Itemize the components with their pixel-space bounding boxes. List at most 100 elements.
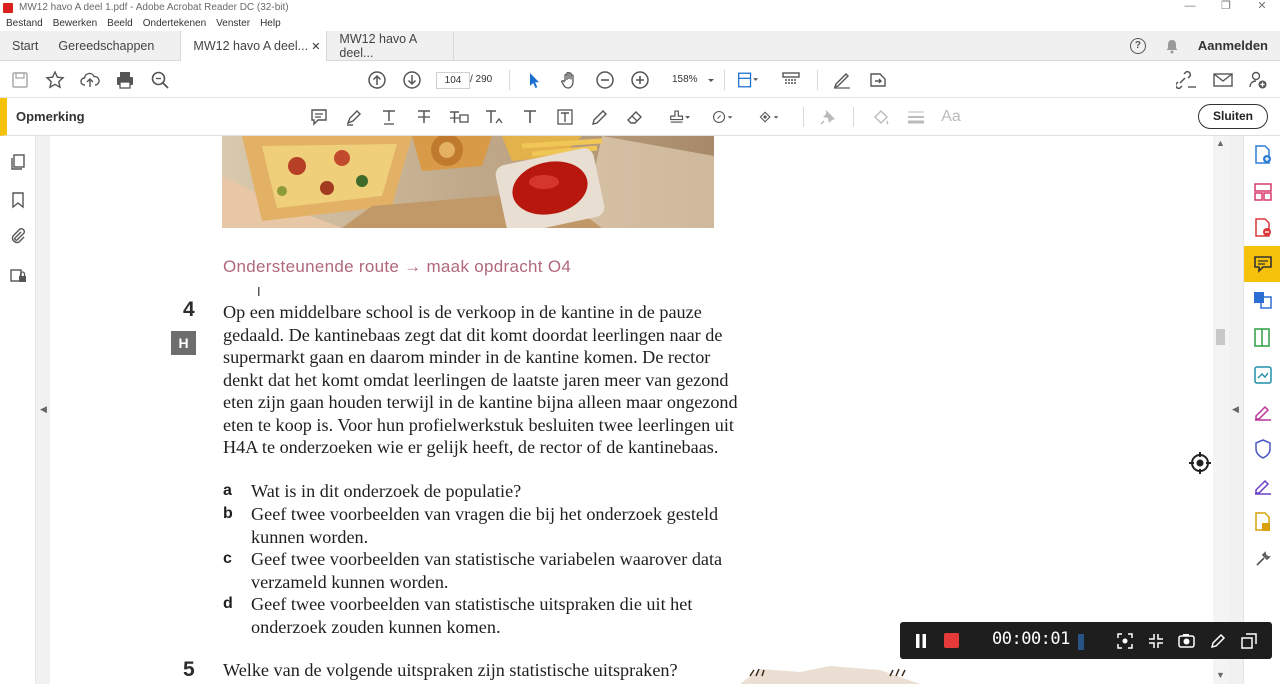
more-tools-icon[interactable] bbox=[1253, 549, 1273, 569]
underline-text-icon[interactable] bbox=[378, 107, 400, 127]
eraser-icon[interactable] bbox=[624, 107, 646, 127]
add-user-icon[interactable] bbox=[1247, 69, 1269, 91]
minimize-button[interactable]: — bbox=[1172, 0, 1208, 12]
collapse-left-panel-icon[interactable]: ◀ bbox=[40, 404, 47, 415]
vertical-scrollbar[interactable]: ▲ ▼ bbox=[1213, 136, 1229, 684]
highlight-pen-icon[interactable] bbox=[343, 107, 365, 127]
page-number-input[interactable]: 104 bbox=[436, 72, 470, 89]
recording-timer: 00:00:01 bbox=[992, 629, 1070, 649]
region-capture-icon[interactable] bbox=[1117, 633, 1133, 649]
question-number: 5 bbox=[183, 658, 195, 681]
signin-link[interactable]: Aanmelden bbox=[1198, 38, 1268, 53]
stamp-icon[interactable] bbox=[669, 107, 691, 127]
link-sign-icon[interactable] bbox=[1176, 69, 1198, 91]
menu-bestand[interactable]: Bestand bbox=[6, 18, 43, 29]
save-icon[interactable] bbox=[9, 69, 31, 91]
left-nav-panel bbox=[0, 136, 36, 684]
text-box-icon[interactable] bbox=[554, 107, 576, 127]
sub-question-letter: c bbox=[223, 550, 232, 567]
audio-level-icon bbox=[1078, 634, 1084, 650]
fit-page-icon[interactable] bbox=[737, 69, 759, 91]
create-pdf-icon[interactable] bbox=[1253, 145, 1273, 165]
crosshair-right-icon bbox=[1189, 452, 1211, 474]
page-thumbnails-icon[interactable] bbox=[8, 152, 28, 172]
question-text: Welke van de volgende uitspraken zijn st… bbox=[223, 660, 678, 680]
camera-icon[interactable] bbox=[1178, 633, 1195, 648]
sign-pen-icon[interactable] bbox=[831, 69, 853, 91]
menu-help[interactable]: Help bbox=[260, 18, 281, 29]
scroll-up-icon[interactable]: ▲ bbox=[1216, 138, 1225, 148]
close-window-button[interactable]: ✕ bbox=[1244, 0, 1280, 12]
close-comment-button[interactable]: Sluiten bbox=[1198, 104, 1268, 129]
bell-icon[interactable] bbox=[1164, 38, 1180, 54]
shrink-icon[interactable] bbox=[1148, 633, 1164, 649]
layers-lock-icon[interactable] bbox=[8, 265, 28, 285]
replace-text-icon[interactable] bbox=[448, 107, 470, 127]
main-toolbar: 104 / 290 158% bbox=[0, 61, 1280, 98]
tab-document-active[interactable]: MW12 havo A deel... ✕ bbox=[180, 31, 327, 62]
star-icon[interactable] bbox=[44, 69, 66, 91]
scan-enhance-icon[interactable] bbox=[1253, 365, 1273, 385]
hand-tool-icon[interactable] bbox=[558, 69, 580, 91]
pin-icon[interactable] bbox=[817, 107, 839, 127]
zoom-out-icon[interactable] bbox=[594, 69, 616, 91]
stop-record-icon[interactable] bbox=[944, 633, 959, 648]
protect-shield-icon[interactable] bbox=[1253, 439, 1273, 459]
screen-recorder-bar: 00:00:01 bbox=[900, 622, 1272, 659]
pause-icon[interactable] bbox=[915, 634, 927, 648]
annotate-pen-icon[interactable] bbox=[1210, 633, 1226, 649]
help-icon[interactable]: ? bbox=[1129, 37, 1146, 54]
shapes-icon[interactable] bbox=[758, 107, 780, 127]
restore-button[interactable]: ❐ bbox=[1208, 0, 1244, 12]
sub-question: a Wat is in dit onderzoek de populatie? bbox=[223, 480, 743, 503]
zoom-search-icon[interactable] bbox=[149, 69, 171, 91]
scroll-mode-icon[interactable] bbox=[780, 69, 802, 91]
share-edit-icon[interactable] bbox=[867, 69, 889, 91]
document-viewport[interactable]: Ondersteunende route → maak opdracht O4 … bbox=[50, 136, 1213, 684]
sticky-note-icon[interactable] bbox=[308, 107, 330, 127]
organize-pages-icon[interactable] bbox=[1253, 182, 1273, 202]
sub-question: b Geef twee voorbeelden van vragen die b… bbox=[223, 503, 743, 548]
cloud-upload-icon[interactable] bbox=[79, 69, 101, 91]
pencil-draw-icon[interactable] bbox=[589, 107, 611, 127]
close-tab-icon[interactable]: ✕ bbox=[311, 40, 320, 53]
text-tool-icon[interactable] bbox=[519, 107, 541, 127]
tab-tools[interactable]: Gereedschappen bbox=[50, 31, 180, 60]
tab-document-other[interactable]: MW12 havo A deel... bbox=[326, 31, 455, 60]
bookmark-icon[interactable] bbox=[8, 190, 28, 210]
line-weight-icon[interactable] bbox=[905, 107, 927, 127]
edit-pdf-icon[interactable] bbox=[1253, 328, 1273, 348]
select-cursor-icon[interactable] bbox=[523, 69, 545, 91]
combine-files-icon[interactable] bbox=[1253, 290, 1273, 310]
zoom-level-select[interactable]: 158% bbox=[672, 74, 698, 85]
request-signature-icon[interactable] bbox=[1253, 476, 1273, 496]
sub-question: c Geef twee voorbeelden van statistische… bbox=[223, 548, 743, 593]
fill-sign-icon[interactable] bbox=[1253, 402, 1273, 422]
print-icon[interactable] bbox=[114, 69, 136, 91]
next-page-icon[interactable] bbox=[401, 69, 423, 91]
collapse-right-panel-icon[interactable]: ◀ bbox=[1232, 404, 1239, 415]
fill-color-icon[interactable] bbox=[870, 107, 892, 127]
insert-text-icon[interactable] bbox=[484, 107, 506, 127]
minimize-recorder-icon[interactable] bbox=[1241, 633, 1257, 649]
email-icon[interactable] bbox=[1212, 69, 1234, 91]
zoom-in-icon[interactable] bbox=[629, 69, 651, 91]
strikethrough-icon[interactable] bbox=[413, 107, 435, 127]
zoom-dropdown-chevron-icon[interactable] bbox=[700, 69, 722, 91]
tab-home[interactable]: Start bbox=[0, 31, 50, 60]
scroll-down-icon[interactable]: ▼ bbox=[1216, 670, 1225, 680]
sub-question-text: Wat is in dit onderzoek de populatie? bbox=[251, 481, 522, 501]
attach-file-icon[interactable] bbox=[712, 107, 734, 127]
menu-venster[interactable]: Venster bbox=[216, 18, 250, 29]
menu-bewerken[interactable]: Bewerken bbox=[53, 18, 97, 29]
attachment-paperclip-icon[interactable] bbox=[8, 226, 28, 246]
menu-beeld[interactable]: Beeld bbox=[107, 18, 133, 29]
food-illustration bbox=[222, 136, 714, 228]
previous-page-icon[interactable] bbox=[366, 69, 388, 91]
send-for-comments-icon[interactable] bbox=[1253, 512, 1273, 532]
export-pdf-icon[interactable] bbox=[1253, 218, 1273, 238]
scrollbar-thumb[interactable] bbox=[1216, 329, 1225, 345]
font-size-icon[interactable]: Aa bbox=[940, 107, 962, 127]
menu-ondertekenen[interactable]: Ondertekenen bbox=[143, 18, 206, 29]
comment-tool-icon[interactable] bbox=[1244, 246, 1280, 282]
